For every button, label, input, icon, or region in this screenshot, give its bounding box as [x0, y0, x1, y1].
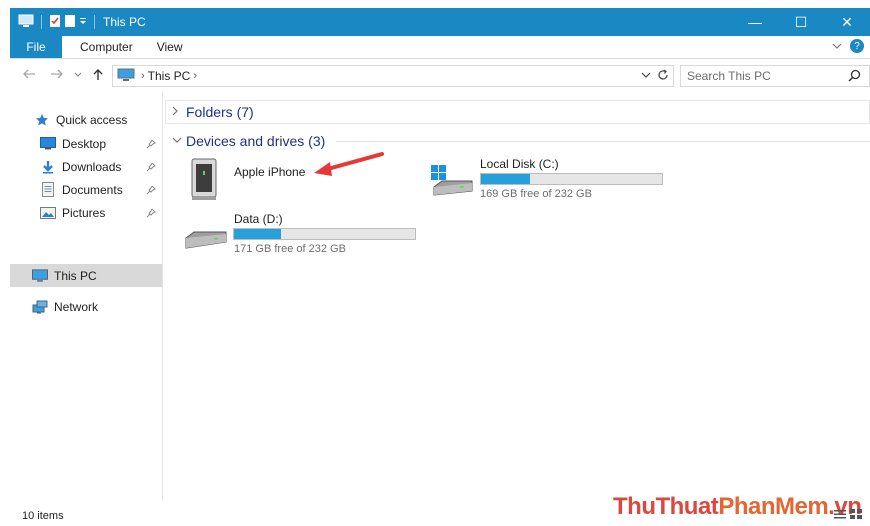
- watermark-part: PhanMem: [718, 493, 829, 520]
- title-bar: This PC — ☐ ✕: [10, 8, 870, 36]
- window-title: This PC: [103, 15, 146, 29]
- help-icon[interactable]: ?: [850, 39, 864, 53]
- this-pc-icon: [117, 68, 135, 85]
- pin-icon[interactable]: [146, 161, 156, 175]
- forward-icon[interactable]: [50, 68, 64, 83]
- status-item-count: 10 items: [22, 510, 64, 522]
- pane-divider[interactable]: [162, 92, 163, 500]
- star-icon: [34, 112, 50, 128]
- drive-free-space: 169 GB free of 232 GB: [480, 188, 592, 200]
- customize-qat-icon[interactable]: [79, 15, 87, 29]
- portable-device-icon: [188, 157, 220, 204]
- sidebar-item-label: This PC: [54, 268, 97, 283]
- watermark-part: ThuThuat: [613, 493, 719, 520]
- pin-icon[interactable]: [146, 138, 156, 152]
- close-button[interactable]: ✕: [824, 8, 870, 36]
- back-icon[interactable]: [22, 68, 36, 83]
- sidebar-item-this-pc[interactable]: This PC: [10, 264, 162, 287]
- hard-drive-icon: [184, 226, 228, 257]
- drive-usage-fill: [481, 174, 530, 184]
- sidebar-item-quick-access[interactable]: Quick access: [10, 108, 162, 131]
- group-divider: [336, 141, 870, 142]
- sidebar-item-label: Quick access: [56, 112, 128, 127]
- sidebar-item-desktop[interactable]: Desktop: [10, 132, 162, 155]
- drive-usage-fill: [234, 229, 282, 239]
- watermark: ThuThuatPhanMem.vn: [613, 493, 862, 521]
- maximize-button[interactable]: ☐: [778, 8, 824, 36]
- drive-name: Local Disk (C:): [480, 157, 559, 171]
- pictures-icon: [40, 205, 56, 221]
- chevron-right-icon[interactable]: [172, 106, 180, 119]
- properties-icon[interactable]: [49, 14, 61, 31]
- folders-group-box: [165, 100, 870, 124]
- pin-icon[interactable]: [146, 184, 156, 198]
- details-view-icon[interactable]: [834, 508, 846, 522]
- sidebar-item-documents[interactable]: Documents: [10, 178, 162, 201]
- tab-file[interactable]: File: [10, 36, 62, 58]
- devices-group-label: Devices and drives (3): [186, 133, 326, 149]
- search-icon[interactable]: [848, 69, 861, 85]
- refresh-icon[interactable]: [657, 69, 669, 84]
- this-pc-icon: [32, 268, 48, 284]
- search-input[interactable]: Search This PC: [680, 65, 870, 87]
- navigation-pane: Quick access Desktop Downloads Documents: [10, 92, 162, 500]
- sidebar-item-network[interactable]: Network: [10, 295, 162, 318]
- drive-free-space: 171 GB free of 232 GB: [234, 243, 346, 255]
- device-apple-iphone[interactable]: Apple iPhone: [184, 155, 324, 203]
- documents-icon: [40, 182, 56, 198]
- ribbon-right: ?: [832, 39, 864, 53]
- address-actions: [641, 66, 673, 86]
- expand-ribbon-icon[interactable]: [832, 39, 842, 53]
- view-toggle: [834, 508, 862, 522]
- ribbon-tabs: File Computer View ?: [10, 36, 870, 59]
- sidebar-item-label: Desktop: [62, 136, 107, 151]
- drive-local-disk-c[interactable]: Local Disk (C:) 169 GB free of 232 GB: [428, 155, 668, 203]
- sidebar-item-label: Network: [54, 299, 99, 314]
- recent-locations-icon[interactable]: [74, 68, 82, 83]
- breadcrumb-separator-icon[interactable]: ›: [193, 70, 197, 82]
- sidebar-item-pictures[interactable]: Pictures: [10, 201, 162, 224]
- download-arrow-icon: [40, 159, 56, 175]
- sidebar-item-label: Pictures: [62, 205, 106, 220]
- network-icon: [32, 299, 48, 315]
- devices-group-header[interactable]: Devices and drives (3): [172, 131, 325, 151]
- desktop-icon: [40, 136, 56, 152]
- drive-data-d[interactable]: Data (D:) 171 GB free of 232 GB: [182, 210, 422, 258]
- pin-icon[interactable]: [146, 207, 156, 221]
- windows-drive-icon: [430, 165, 474, 202]
- drive-name: Data (D:): [234, 212, 283, 226]
- tab-view[interactable]: View: [145, 36, 195, 58]
- folders-group-header[interactable]: Folders (7): [172, 102, 254, 122]
- address-row: › This PC › Search This PC: [10, 60, 870, 92]
- minimize-button[interactable]: —: [732, 8, 778, 36]
- new-folder-icon[interactable]: [64, 14, 76, 31]
- window-controls: — ☐ ✕: [732, 8, 870, 36]
- drive-usage-bar: [233, 228, 416, 240]
- large-icons-view-icon[interactable]: [850, 508, 862, 522]
- breadcrumb-separator-icon: ›: [141, 70, 145, 82]
- sidebar-item-label: Documents: [62, 182, 123, 197]
- red-arrow-annotation: [310, 150, 386, 183]
- breadcrumb-this-pc[interactable]: This PC: [148, 69, 191, 83]
- device-name: Apple iPhone: [234, 165, 306, 179]
- tab-computer[interactable]: Computer: [68, 36, 145, 58]
- up-icon[interactable]: [92, 68, 104, 84]
- quick-access-toolbar: [10, 14, 99, 31]
- sidebar-item-label: Downloads: [62, 159, 122, 174]
- drive-usage-bar: [480, 173, 663, 185]
- sidebar-item-downloads[interactable]: Downloads: [10, 155, 162, 178]
- search-placeholder: Search This PC: [687, 69, 771, 83]
- chevron-down-icon[interactable]: [172, 135, 182, 147]
- computer-icon[interactable]: [18, 14, 34, 31]
- folders-group-label: Folders (7): [186, 104, 254, 120]
- address-dropdown-icon[interactable]: [641, 70, 651, 82]
- address-bar[interactable]: › This PC ›: [112, 65, 674, 87]
